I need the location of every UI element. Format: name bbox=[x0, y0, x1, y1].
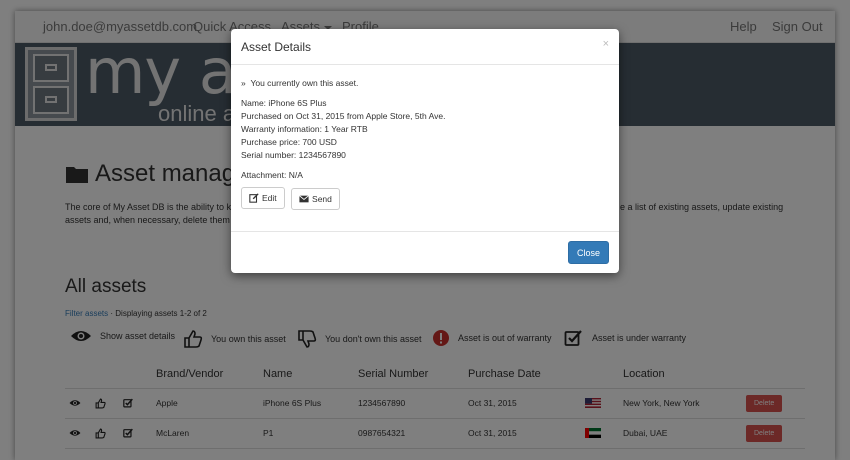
ownership-text: You currently own this asset. bbox=[250, 78, 359, 88]
close-icon[interactable]: × bbox=[603, 38, 609, 50]
edit-label: Edit bbox=[262, 192, 277, 203]
send-button[interactable]: Send bbox=[291, 188, 340, 210]
detail-serial: Serial number: 1234567890 bbox=[241, 150, 346, 160]
modal-body: » You currently own this asset. Name: iP… bbox=[241, 77, 609, 210]
ownership-status: » You currently own this asset. bbox=[241, 77, 609, 90]
edit-icon bbox=[249, 193, 259, 203]
edit-button[interactable]: Edit bbox=[241, 187, 285, 209]
envelope-icon bbox=[299, 195, 309, 203]
detail-name: Name: iPhone 6S Plus bbox=[241, 98, 327, 108]
modal-header: Asset Details × bbox=[231, 29, 619, 65]
detail-warranty: Warranty information: 1 Year RTB bbox=[241, 124, 368, 134]
detail-price: Purchase price: 700 USD bbox=[241, 137, 337, 147]
send-label: Send bbox=[312, 193, 332, 204]
close-button[interactable]: Close bbox=[567, 241, 609, 264]
ownership-bullet: » bbox=[241, 78, 246, 88]
detail-attachment: Attachment: N/A bbox=[241, 170, 303, 180]
modal-actions: Edit Send bbox=[241, 187, 609, 210]
modal-title: Asset Details bbox=[241, 40, 312, 54]
modal-footer: Close bbox=[231, 231, 619, 273]
asset-details-modal: Asset Details × » You currently own this… bbox=[231, 29, 619, 273]
detail-purchased: Purchased on Oct 31, 2015 from Apple Sto… bbox=[241, 111, 446, 121]
